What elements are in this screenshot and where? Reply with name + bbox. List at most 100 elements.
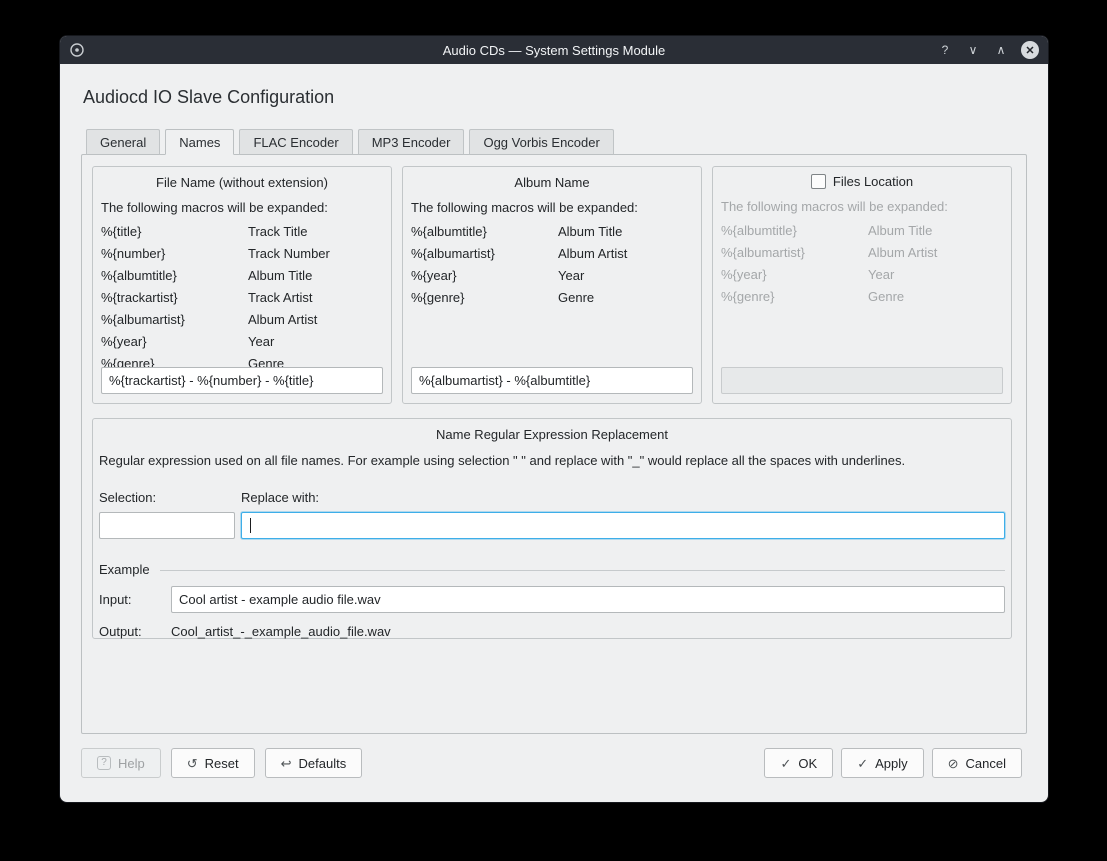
macro-row: %{albumtitle} Album Title [721, 220, 1003, 242]
file-name-group-intro: The following macros will be expanded: [101, 200, 383, 215]
macro-groups-row: File Name (without extension) The follow… [92, 166, 1016, 404]
tab-flac-encoder[interactable]: FLAC Encoder [239, 129, 352, 155]
example-input-field[interactable] [171, 586, 1005, 613]
tab-names[interactable]: Names [165, 129, 234, 155]
example-divider [160, 570, 1005, 571]
defaults-button[interactable]: ↩ Defaults [265, 748, 363, 778]
macro-row: %{year} Year [411, 265, 693, 287]
app-icon[interactable] [69, 42, 85, 58]
album-name-pattern-input[interactable] [411, 367, 693, 394]
macro-token: %{year} [411, 265, 558, 287]
cancel-button[interactable]: ⊘ Cancel [932, 748, 1022, 778]
chevron-up-icon[interactable]: ∧ [993, 43, 1009, 57]
macro-token: %{year} [721, 264, 868, 286]
macro-row: %{albumartist} Album Artist [101, 309, 383, 331]
macro-description: Album Title [248, 265, 312, 287]
files-location-group-title: Files Location [833, 174, 913, 189]
macro-description: Genre [868, 286, 904, 308]
selection-input[interactable] [99, 512, 235, 539]
macro-description: Track Title [248, 221, 307, 243]
macro-description: Track Number [248, 243, 330, 265]
macro-row: %{albumtitle} Album Title [411, 221, 693, 243]
regex-group-title: Name Regular Expression Replacement [99, 419, 1005, 444]
file-name-group-title: File Name (without extension) [101, 167, 383, 192]
defaults-button-label: Defaults [299, 756, 347, 771]
example-output-row: Output: Cool_artist_-_example_audio_file… [99, 624, 1005, 639]
macro-row: %{year} Year [101, 331, 383, 353]
dialog-content: Audiocd IO Slave Configuration General N… [60, 64, 1048, 802]
text-caret [250, 518, 251, 533]
files-location-group: Files Location The following macros will… [712, 166, 1012, 404]
selection-label: Selection: [99, 490, 241, 505]
context-help-button[interactable]: ? [937, 43, 953, 57]
example-output-value: Cool_artist_-_example_audio_file.wav [171, 624, 391, 639]
regex-labels-row: Selection: Replace with: [99, 490, 1005, 505]
settings-module-window: Audio CDs — System Settings Module ? ∨ ∧… [60, 36, 1048, 802]
album-name-group: Album Name The following macros will be … [402, 166, 702, 404]
macro-token: %{year} [101, 331, 248, 353]
macro-description: Album Artist [248, 309, 317, 331]
macro-token: %{albumtitle} [411, 221, 558, 243]
defaults-icon: ↩ [281, 757, 292, 770]
example-output-label: Output: [99, 624, 171, 639]
apply-button[interactable]: ✓ Apply [841, 748, 923, 778]
macro-token: %{genre} [721, 286, 868, 308]
macro-token: %{albumtitle} [101, 265, 248, 287]
macro-description: Album Artist [868, 242, 937, 264]
ok-button-label: OK [798, 756, 817, 771]
ok-button[interactable]: ✓ OK [764, 748, 833, 778]
regex-replacement-group: Name Regular Expression Replacement Regu… [92, 418, 1012, 639]
titlebar: Audio CDs — System Settings Module ? ∨ ∧… [60, 36, 1048, 64]
macro-description: Genre [558, 287, 594, 309]
footer-right-buttons: ✓ OK ✓ Apply ⊘ Cancel [764, 748, 1022, 778]
example-section-header: Example [99, 562, 1005, 577]
reset-button[interactable]: ↺ Reset [171, 748, 255, 778]
macro-token: %{genre} [411, 287, 558, 309]
check-icon: ✓ [857, 757, 868, 770]
replace-with-input-wrap [241, 512, 1005, 539]
macro-description: Year [868, 264, 894, 286]
tab-general[interactable]: General [86, 129, 160, 155]
files-location-title-row: Files Location [721, 167, 1003, 191]
close-button[interactable]: ✕ [1021, 41, 1039, 59]
apply-button-label: Apply [875, 756, 908, 771]
tab-ogg-vorbis-encoder[interactable]: Ogg Vorbis Encoder [469, 129, 613, 155]
macro-token: %{number} [101, 243, 248, 265]
window-controls: ? ∨ ∧ ✕ [937, 41, 1039, 59]
macro-token: %{trackartist} [101, 287, 248, 309]
example-label: Example [99, 562, 150, 577]
files-location-group-intro: The following macros will be expanded: [721, 199, 1003, 214]
macro-token: %{albumtitle} [721, 220, 868, 242]
names-tab-pane: File Name (without extension) The follow… [81, 154, 1027, 734]
example-input-label: Input: [99, 592, 171, 607]
macro-row: %{title} Track Title [101, 221, 383, 243]
replace-with-label: Replace with: [241, 490, 319, 505]
macro-row: %{year} Year [721, 264, 1003, 286]
macro-token: %{albumartist} [101, 309, 248, 331]
cancel-icon: ⊘ [948, 757, 959, 770]
macro-token: %{albumartist} [721, 242, 868, 264]
tab-mp3-encoder[interactable]: MP3 Encoder [358, 129, 465, 155]
footer-left-buttons: ? Help ↺ Reset ↩ Defaults [81, 748, 362, 778]
macro-description: Album Title [558, 221, 622, 243]
replace-with-input[interactable] [241, 512, 1005, 539]
files-location-checkbox[interactable] [811, 174, 826, 189]
macro-row: %{genre} Genre [411, 287, 693, 309]
help-icon: ? [97, 756, 111, 770]
help-button: ? Help [81, 748, 161, 778]
album-name-group-intro: The following macros will be expanded: [411, 200, 693, 215]
reset-icon: ↺ [187, 757, 198, 770]
macro-token: %{title} [101, 221, 248, 243]
macro-row: %{albumtitle} Album Title [101, 265, 383, 287]
macro-token: %{albumartist} [411, 243, 558, 265]
macro-description: Year [248, 331, 274, 353]
macro-row: %{albumartist} Album Artist [721, 242, 1003, 264]
file-name-pattern-input[interactable] [101, 367, 383, 394]
check-icon: ✓ [780, 757, 791, 770]
macro-description: Year [558, 265, 584, 287]
chevron-down-icon[interactable]: ∨ [965, 43, 981, 57]
example-input-row: Input: [99, 586, 1005, 613]
regex-group-description: Regular expression used on all file name… [99, 453, 1005, 468]
reset-button-label: Reset [205, 756, 239, 771]
help-button-label: Help [118, 756, 145, 771]
